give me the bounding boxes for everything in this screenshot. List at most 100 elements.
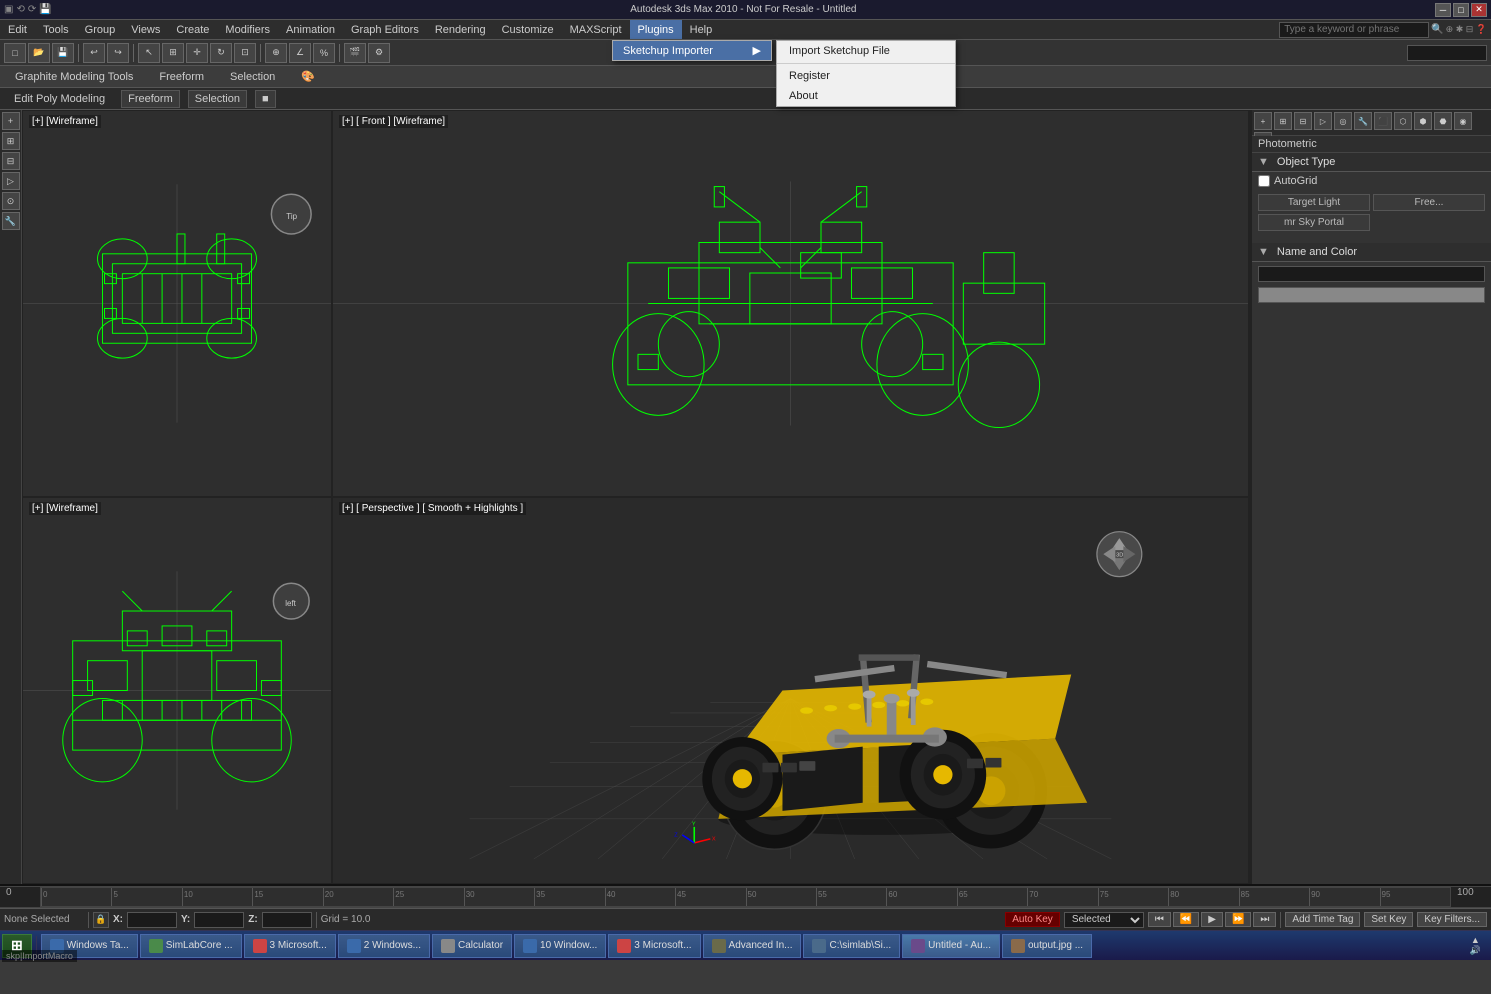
- object-name-input[interactable]: [1258, 266, 1485, 282]
- name-color-header[interactable]: ▼ Name and Color: [1252, 243, 1491, 262]
- play-btn[interactable]: ▶: [1201, 912, 1223, 927]
- taskbar-item-simlabcore[interactable]: SimLabCore ...: [140, 934, 242, 958]
- subobj-1-btn[interactable]: ⬛: [1374, 112, 1392, 130]
- import-sketchup-item[interactable]: Import Sketchup File: [777, 41, 955, 61]
- menu-tools[interactable]: Tools: [35, 20, 77, 39]
- taskbar-item-microsoft-2[interactable]: 3 Microsoft...: [608, 934, 700, 958]
- menu-group[interactable]: Group: [77, 20, 124, 39]
- next-frame-btn[interactable]: ⏩: [1225, 912, 1251, 927]
- move-button[interactable]: ✛: [186, 43, 208, 63]
- taskbar-item-windows-2[interactable]: 2 Windows...: [338, 934, 430, 958]
- taskbar-item-untitled[interactable]: Untitled - Au...: [902, 934, 1000, 958]
- percent-snap[interactable]: %: [313, 43, 335, 63]
- rotate-button[interactable]: ↻: [210, 43, 232, 63]
- z-input[interactable]: [262, 912, 312, 928]
- render-button[interactable]: 🎬: [344, 43, 366, 63]
- display-tool[interactable]: ⊙: [2, 192, 20, 210]
- undo-button[interactable]: ↩: [83, 43, 105, 63]
- auto-key-btn[interactable]: Auto Key: [1005, 912, 1060, 927]
- utilities-panel-btn[interactable]: 🔧: [1354, 112, 1372, 130]
- taskbar-item-outputjpg[interactable]: output.jpg ...: [1002, 934, 1092, 958]
- menu-edit[interactable]: Edit: [0, 20, 35, 39]
- object-type-toggle[interactable]: ▼: [1258, 156, 1269, 168]
- color-swatch[interactable]: [1258, 287, 1485, 303]
- select-button[interactable]: ↖: [138, 43, 160, 63]
- x-input[interactable]: [127, 912, 177, 928]
- key-mode-select[interactable]: Selected: [1064, 912, 1144, 928]
- modify-panel-btn[interactable]: ⊞: [1274, 112, 1292, 130]
- name-color-toggle[interactable]: ▼: [1258, 246, 1269, 258]
- window-controls[interactable]: ─ □ ✕: [1435, 3, 1487, 17]
- hierarchy-tool[interactable]: ⊟: [2, 152, 20, 170]
- maximize-button[interactable]: □: [1453, 3, 1469, 17]
- open-button[interactable]: 📂: [28, 43, 50, 63]
- scale-button[interactable]: ⊡: [234, 43, 256, 63]
- add-time-tag-btn[interactable]: Add Time Tag: [1285, 912, 1360, 927]
- viewport-top-left[interactable]: [+] [Wireframe]: [22, 110, 332, 497]
- motion-tool[interactable]: ▷: [2, 172, 20, 190]
- paint-section[interactable]: ■: [255, 90, 276, 108]
- create-tool[interactable]: +: [2, 112, 20, 130]
- timeline-track[interactable]: 0510152025303540455055606570758085909510…: [40, 887, 1451, 907]
- search-input[interactable]: [1279, 22, 1429, 38]
- mr-sky-portal-btn[interactable]: mr Sky Portal: [1258, 214, 1370, 231]
- new-button[interactable]: □: [4, 43, 26, 63]
- subobj-3-btn[interactable]: ⬢: [1414, 112, 1432, 130]
- menu-customize[interactable]: Customize: [494, 20, 562, 39]
- prev-frame-btn[interactable]: ⏪: [1173, 912, 1199, 927]
- save-button[interactable]: 💾: [52, 43, 74, 63]
- set-key-btn[interactable]: Set Key: [1364, 912, 1413, 927]
- key-filters-btn[interactable]: Key Filters...: [1417, 912, 1487, 927]
- register-item[interactable]: Register: [777, 66, 955, 86]
- prev-key-btn[interactable]: ⏮: [1148, 912, 1171, 927]
- menu-rendering[interactable]: Rendering: [427, 20, 494, 39]
- viewport-top-right[interactable]: [+] [ Front ] [Wireframe]: [332, 110, 1249, 497]
- modify-tool[interactable]: ⊞: [2, 132, 20, 150]
- taskbar-item-advanced[interactable]: Advanced In...: [703, 934, 802, 958]
- autogrid-checkbox[interactable]: [1258, 175, 1270, 187]
- freeform-section[interactable]: Freeform: [121, 90, 180, 108]
- close-button[interactable]: ✕: [1471, 3, 1487, 17]
- hierarchy-panel-btn[interactable]: ⊟: [1294, 112, 1312, 130]
- menu-create[interactable]: Create: [168, 20, 217, 39]
- menu-help[interactable]: Help: [682, 20, 721, 39]
- menu-plugins[interactable]: Plugins: [630, 20, 682, 39]
- minimize-button[interactable]: ─: [1435, 3, 1451, 17]
- motion-panel-btn[interactable]: ▷: [1314, 112, 1332, 130]
- menu-animation[interactable]: Animation: [278, 20, 343, 39]
- taskbar-item-calculator[interactable]: Calculator: [432, 934, 512, 958]
- free-light-btn[interactable]: Free...: [1373, 194, 1485, 211]
- subobj-5-btn[interactable]: ◉: [1454, 112, 1472, 130]
- select-region-button[interactable]: ⊞: [162, 43, 184, 63]
- subobj-4-btn[interactable]: ⬣: [1434, 112, 1452, 130]
- display-panel-btn[interactable]: ◎: [1334, 112, 1352, 130]
- angle-snap[interactable]: ∠: [289, 43, 311, 63]
- create-panel-btn[interactable]: +: [1254, 112, 1272, 130]
- about-item[interactable]: About: [777, 86, 955, 106]
- lock-icon[interactable]: 🔒: [93, 912, 109, 928]
- utilities-tool[interactable]: 🔧: [2, 212, 20, 230]
- named-selection-input[interactable]: [1407, 45, 1487, 61]
- snap-toggle[interactable]: ⊕: [265, 43, 287, 63]
- render-setup[interactable]: ⚙: [368, 43, 390, 63]
- target-light-btn[interactable]: Target Light: [1258, 194, 1370, 211]
- redo-button[interactable]: ↪: [107, 43, 129, 63]
- freeform-tab[interactable]: Freeform: [148, 68, 215, 86]
- y-input[interactable]: [194, 912, 244, 928]
- menu-views[interactable]: Views: [123, 20, 168, 39]
- viewport-perspective[interactable]: [+] [ Perspective ] [ Smooth + Highlight…: [332, 497, 1249, 884]
- menu-graph-editors[interactable]: Graph Editors: [343, 20, 427, 39]
- graphite-tab[interactable]: Graphite Modeling Tools: [4, 68, 144, 86]
- menu-modifiers[interactable]: Modifiers: [217, 20, 278, 39]
- taskbar-item-windows-3[interactable]: 10 Window...: [514, 934, 606, 958]
- menu-maxscript[interactable]: MAXScript: [562, 20, 630, 39]
- selection-tab[interactable]: Selection: [219, 68, 286, 86]
- object-type-header[interactable]: ▼ Object Type: [1252, 153, 1491, 172]
- taskbar-item-csimlab[interactable]: C:\simlab\Si...: [803, 934, 900, 958]
- next-key-btn[interactable]: ⏭: [1253, 912, 1276, 927]
- subobj-2-btn[interactable]: ⬡: [1394, 112, 1412, 130]
- taskbar-item-microsoft-1[interactable]: 3 Microsoft...: [244, 934, 336, 958]
- selection-section[interactable]: Selection: [188, 90, 247, 108]
- object-paint-tab[interactable]: 🎨: [290, 67, 326, 86]
- viewport-bottom-left[interactable]: [+] [Wireframe]: [22, 497, 332, 884]
